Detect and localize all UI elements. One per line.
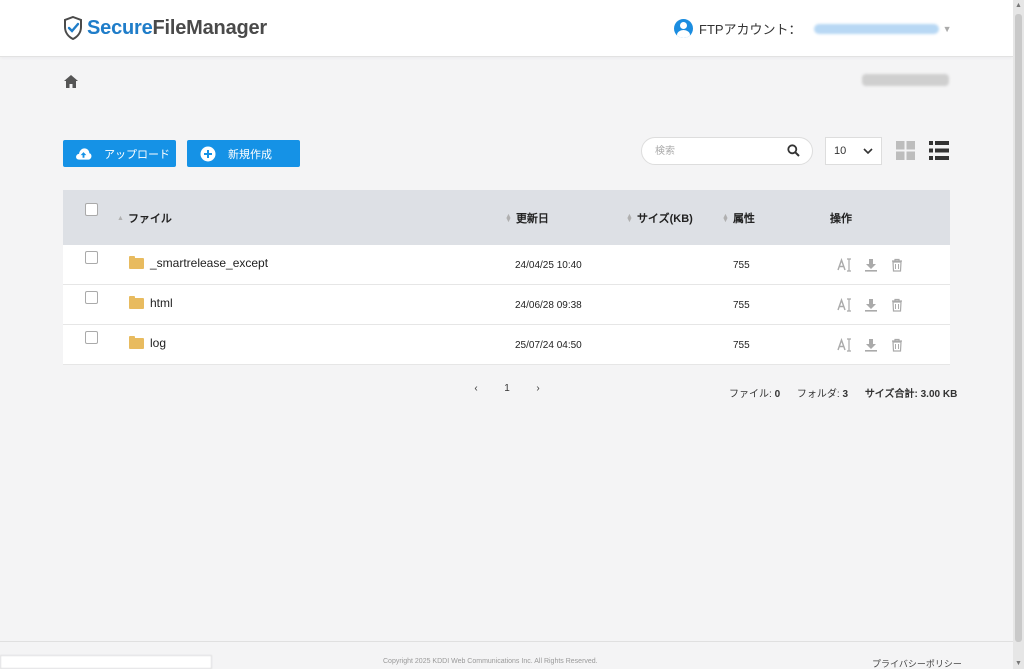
vertical-scrollbar[interactable]: ▲ ▼: [1013, 0, 1024, 669]
folder-icon: [129, 295, 144, 309]
row-checkbox[interactable]: [85, 291, 98, 304]
rename-icon[interactable]: [836, 297, 854, 313]
attribute: 755: [733, 300, 750, 311]
rename-icon[interactable]: [836, 337, 854, 353]
browser-status-bar: [0, 655, 212, 669]
column-header-updated[interactable]: ▲ ▼ 更新日: [505, 210, 549, 226]
sort-icon: ▲ ▼: [505, 213, 512, 225]
cloud-upload-icon: [75, 145, 92, 162]
ftp-account-menu[interactable]: FTPアカウント： ▼: [674, 19, 951, 38]
user-icon: [674, 19, 693, 38]
trash-icon[interactable]: [888, 257, 906, 273]
select-all-checkbox[interactable]: [85, 203, 98, 216]
file-table: ▲ ファイル ▲ ▼ 更新日 ▲ ▼ サイズ(KB) ▲ ▼ 属性 操作 _smartrele…: [63, 190, 950, 365]
updated-date: 25/07/24 04:50: [515, 340, 582, 351]
copyright-text: Copyright 2025 KDDI Web Communications I…: [383, 658, 598, 665]
page-number[interactable]: 1: [497, 383, 517, 394]
sort-icon: ▲ ▼: [626, 213, 633, 225]
user-email: [862, 74, 949, 86]
logo-text-filemanager: FileManager: [152, 16, 268, 39]
folder-icon: [129, 335, 144, 349]
download-icon[interactable]: [862, 297, 880, 313]
file-name[interactable]: _smartrelease_except: [129, 255, 268, 270]
table-row[interactable]: log 25/07/24 04:50 755: [63, 325, 950, 365]
per-page-value: 10: [834, 145, 847, 157]
shield-check-icon: [64, 16, 82, 40]
home-icon[interactable]: [64, 75, 78, 93]
rename-icon[interactable]: [836, 257, 854, 273]
file-name[interactable]: log: [129, 335, 166, 350]
table-header: ▲ ファイル ▲ ▼ 更新日 ▲ ▼ サイズ(KB) ▲ ▼ 属性 操作: [63, 190, 950, 245]
row-actions: [836, 337, 914, 353]
folders-count: 3: [842, 389, 849, 400]
search-input[interactable]: [642, 138, 782, 164]
column-header-ops: 操作: [830, 213, 852, 225]
caret-down-icon: ▼: [942, 23, 952, 34]
download-icon[interactable]: [862, 337, 880, 353]
logo-text-secure: Secure: [87, 16, 153, 39]
sort-up-icon: ▲: [117, 215, 124, 223]
scroll-down-icon[interactable]: ▼: [1015, 660, 1022, 667]
files-count: 0: [774, 389, 781, 400]
list-view-icon[interactable]: [929, 141, 949, 165]
folder-icon: [129, 255, 144, 269]
privacy-policy-link[interactable]: プライバシーポリシー: [872, 657, 962, 669]
chevron-down-icon: [863, 148, 873, 154]
upload-button[interactable]: アップロード: [63, 140, 176, 167]
account-name[interactable]: [813, 23, 939, 34]
sort-icon: ▲ ▼: [722, 213, 729, 225]
plus-circle-icon: [199, 145, 216, 162]
row-checkbox[interactable]: [85, 331, 98, 344]
folders-label: フォルダ:: [796, 389, 840, 400]
download-icon[interactable]: [862, 257, 880, 273]
updated-date: 24/04/25 10:40: [515, 260, 582, 271]
grid-view-icon[interactable]: [896, 141, 915, 165]
folder-summary: ファイル: 0 フォルダ: 3 サイズ合計: 3.00 KB: [729, 385, 957, 400]
scrollbar-thumb[interactable]: [1015, 14, 1022, 642]
row-checkbox[interactable]: [85, 251, 98, 264]
row-actions: [836, 297, 914, 313]
table-row[interactable]: html 24/06/28 09:38 755: [63, 285, 950, 325]
table-row[interactable]: _smartrelease_except 24/04/25 10:40 755: [63, 245, 950, 285]
new-create-label: 新規作成: [228, 148, 272, 161]
prev-page-button[interactable]: ‹: [466, 383, 486, 394]
file-name[interactable]: html: [129, 295, 173, 310]
next-page-button[interactable]: ›: [528, 383, 548, 394]
new-create-button[interactable]: 新規作成: [187, 140, 300, 167]
upload-label: アップロード: [104, 148, 170, 161]
app-header: SecureFileManager FTPアカウント： ▼: [0, 0, 1013, 57]
files-label: ファイル:: [729, 389, 772, 400]
per-page-select[interactable]: 10: [825, 137, 882, 165]
total-size-value: 3.00 KB: [920, 389, 958, 400]
column-header-file[interactable]: ▲ ファイル: [117, 210, 172, 226]
attribute: 755: [733, 340, 750, 351]
attribute: 755: [733, 260, 750, 271]
scroll-up-icon[interactable]: ▲: [1015, 2, 1022, 9]
search-icon[interactable]: [787, 144, 800, 162]
search-box[interactable]: [641, 137, 813, 165]
total-size-label: サイズ合計:: [864, 389, 918, 400]
row-actions: [836, 257, 914, 273]
account-label: FTPアカウント：: [699, 22, 802, 37]
app-logo[interactable]: SecureFileManager: [63, 16, 267, 40]
trash-icon[interactable]: [888, 337, 906, 353]
pagination: ‹ 1 ›: [466, 383, 548, 394]
column-header-size[interactable]: ▲ ▼ サイズ(KB): [626, 210, 693, 226]
column-header-attr[interactable]: ▲ ▼ 属性: [722, 210, 755, 226]
updated-date: 24/06/28 09:38: [515, 300, 582, 311]
trash-icon[interactable]: [888, 297, 906, 313]
